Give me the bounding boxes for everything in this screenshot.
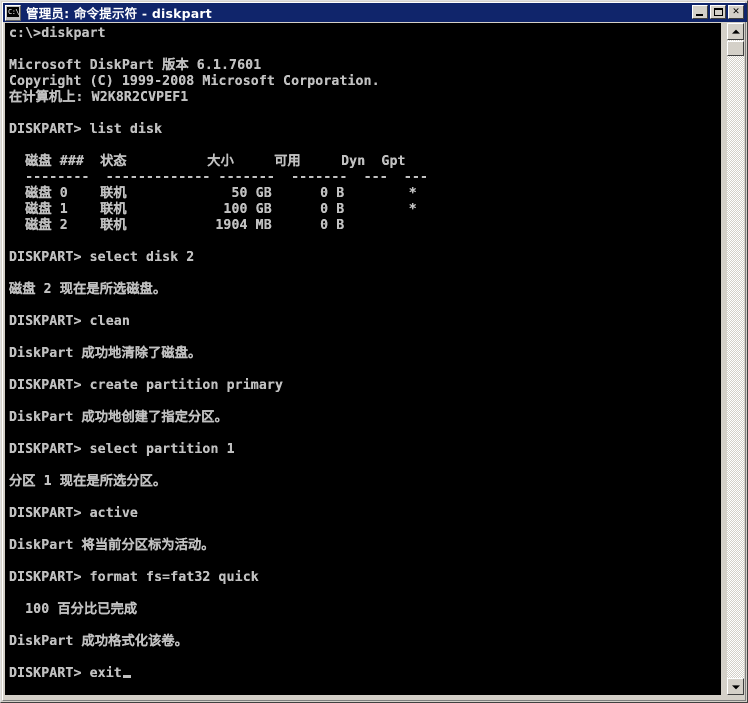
- scroll-up-arrow-icon: [731, 29, 740, 34]
- title-bar[interactable]: C:\ 管理员: 命令提示符 - diskpart ✕: [3, 3, 747, 22]
- close-button[interactable]: ✕: [728, 5, 744, 19]
- scrollbar-thumb[interactable]: [727, 41, 744, 56]
- window-title: 管理员: 命令提示符 - diskpart: [26, 6, 212, 21]
- vertical-scrollbar[interactable]: [727, 23, 744, 695]
- maximize-button[interactable]: [710, 5, 726, 19]
- console-window: C:\ 管理员: 命令提示符 - diskpart ✕ c:\>diskpart…: [0, 0, 748, 703]
- console-icon-text: C:\: [7, 6, 20, 17]
- scroll-down-button[interactable]: [727, 678, 744, 695]
- text-cursor: [122, 675, 131, 678]
- console-output-area[interactable]: c:\>diskpart Microsoft DiskPart 版本 6.1.7…: [5, 23, 721, 695]
- scroll-up-button[interactable]: [727, 23, 744, 40]
- close-icon: ✕: [732, 6, 740, 17]
- window-controls: ✕: [692, 5, 744, 19]
- console-text: c:\>diskpart Microsoft DiskPart 版本 6.1.7…: [9, 26, 428, 682]
- minimize-icon: [696, 14, 703, 16]
- minimize-button[interactable]: [692, 5, 708, 19]
- console-icon[interactable]: C:\: [5, 4, 21, 21]
- scroll-down-arrow-icon: [731, 684, 740, 689]
- console-body: c:\>diskpart Microsoft DiskPart 版本 6.1.7…: [9, 26, 429, 681]
- maximize-icon: [714, 8, 723, 16]
- scrollbar-track[interactable]: [727, 40, 744, 678]
